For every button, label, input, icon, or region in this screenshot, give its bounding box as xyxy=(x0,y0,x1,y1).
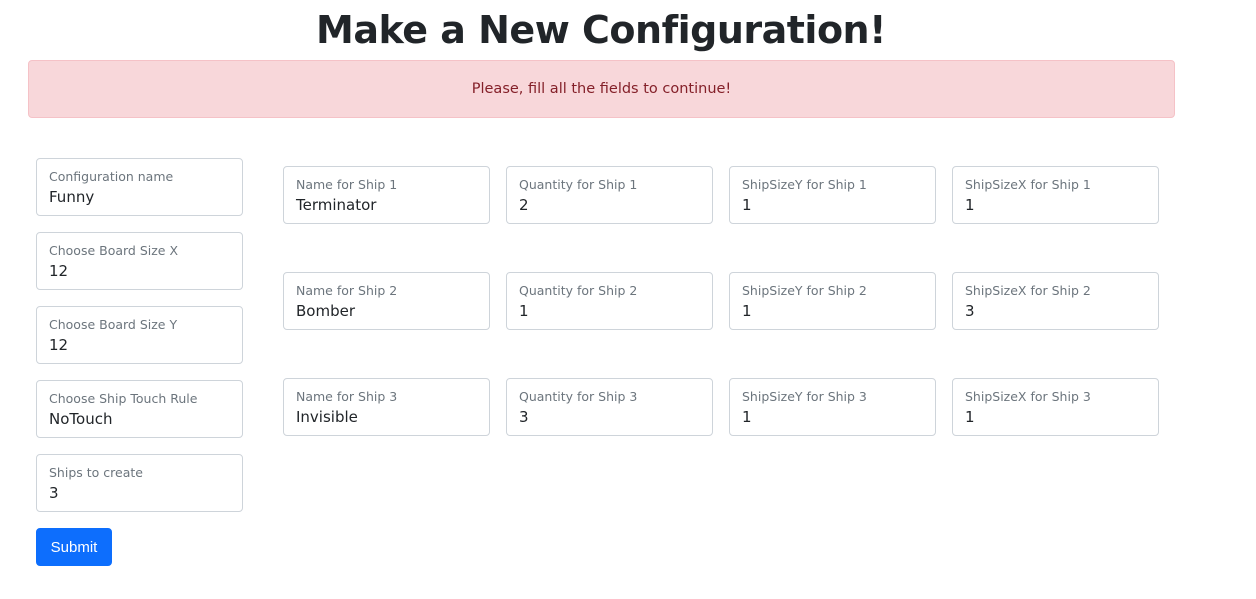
board-size-x-field[interactable]: Choose Board Size X 12 xyxy=(36,232,243,290)
ship-1-quantity-field[interactable]: Quantity for Ship 1 2 xyxy=(506,166,713,224)
board-size-y-label: Choose Board Size Y xyxy=(49,317,178,332)
ship-2-size-x-value[interactable]: 3 xyxy=(965,302,975,320)
ship-2-size-y-value[interactable]: 1 xyxy=(742,302,752,320)
ship-2-name-field[interactable]: Name for Ship 2 Bomber xyxy=(283,272,490,330)
ship-2-quantity-field[interactable]: Quantity for Ship 2 1 xyxy=(506,272,713,330)
board-size-y-value[interactable]: 12 xyxy=(49,336,68,354)
ship-3-size-x-value[interactable]: 1 xyxy=(965,408,975,426)
ship-3-size-y-field[interactable]: ShipSizeY for Ship 3 1 xyxy=(729,378,936,436)
ship-2-size-x-field[interactable]: ShipSizeX for Ship 2 3 xyxy=(952,272,1159,330)
configuration-name-field[interactable]: Configuration name Funny xyxy=(36,158,243,216)
ship-1-quantity-label: Quantity for Ship 1 xyxy=(519,177,638,192)
ship-1-size-x-field[interactable]: ShipSizeX for Ship 1 1 xyxy=(952,166,1159,224)
ship-2-size-y-label: ShipSizeY for Ship 2 xyxy=(742,283,867,298)
configuration-page: Make a New Configuration! Please, fill a… xyxy=(0,0,1256,599)
ship-2-size-y-field[interactable]: ShipSizeY for Ship 2 1 xyxy=(729,272,936,330)
ship-3-name-value[interactable]: Invisible xyxy=(296,408,358,426)
ship-2-name-value[interactable]: Bomber xyxy=(296,302,355,320)
ship-1-quantity-value[interactable]: 2 xyxy=(519,196,529,214)
page-title: Make a New Configuration! xyxy=(316,8,886,52)
ship-2-name-label: Name for Ship 2 xyxy=(296,283,398,298)
ship-1-size-x-value[interactable]: 1 xyxy=(965,196,975,214)
ships-to-create-value[interactable]: 3 xyxy=(49,484,59,502)
validation-alert: Please, fill all the fields to continue! xyxy=(28,60,1175,118)
ship-2-quantity-value[interactable]: 1 xyxy=(519,302,529,320)
ship-3-quantity-value[interactable]: 3 xyxy=(519,408,529,426)
ships-to-create-label: Ships to create xyxy=(49,465,143,480)
ship-2-quantity-label: Quantity for Ship 2 xyxy=(519,283,638,298)
ship-touch-rule-value[interactable]: NoTouch xyxy=(49,410,112,428)
ship-1-name-field[interactable]: Name for Ship 1 Terminator xyxy=(283,166,490,224)
ship-1-size-y-value[interactable]: 1 xyxy=(742,196,752,214)
ship-3-size-y-label: ShipSizeY for Ship 3 xyxy=(742,389,867,404)
ship-touch-rule-select[interactable]: Choose Ship Touch Rule NoTouch xyxy=(36,380,243,438)
board-size-x-value[interactable]: 12 xyxy=(49,262,68,280)
configuration-name-label: Configuration name xyxy=(49,169,174,184)
ship-3-size-y-value[interactable]: 1 xyxy=(742,408,752,426)
ship-1-size-y-field[interactable]: ShipSizeY for Ship 1 1 xyxy=(729,166,936,224)
ship-1-name-value[interactable]: Terminator xyxy=(296,196,376,214)
board-size-x-label: Choose Board Size X xyxy=(49,243,179,258)
board-size-y-field[interactable]: Choose Board Size Y 12 xyxy=(36,306,243,364)
ship-touch-rule-label: Choose Ship Touch Rule xyxy=(49,391,198,406)
ship-1-size-y-label: ShipSizeY for Ship 1 xyxy=(742,177,867,192)
ship-3-name-field[interactable]: Name for Ship 3 Invisible xyxy=(283,378,490,436)
configuration-name-value[interactable]: Funny xyxy=(49,188,94,206)
ship-1-name-label: Name for Ship 1 xyxy=(296,177,398,192)
ship-3-name-label: Name for Ship 3 xyxy=(296,389,398,404)
ship-3-quantity-label: Quantity for Ship 3 xyxy=(519,389,638,404)
ship-1-size-x-label: ShipSizeX for Ship 1 xyxy=(965,177,1091,192)
ship-3-size-x-label: ShipSizeX for Ship 3 xyxy=(965,389,1091,404)
submit-button[interactable]: Submit xyxy=(36,528,112,566)
ship-2-size-x-label: ShipSizeX for Ship 2 xyxy=(965,283,1091,298)
ship-3-size-x-field[interactable]: ShipSizeX for Ship 3 1 xyxy=(952,378,1159,436)
alert-message: Please, fill all the fields to continue! xyxy=(471,81,732,97)
ships-to-create-field[interactable]: Ships to create 3 xyxy=(36,454,243,512)
ship-3-quantity-field[interactable]: Quantity for Ship 3 3 xyxy=(506,378,713,436)
